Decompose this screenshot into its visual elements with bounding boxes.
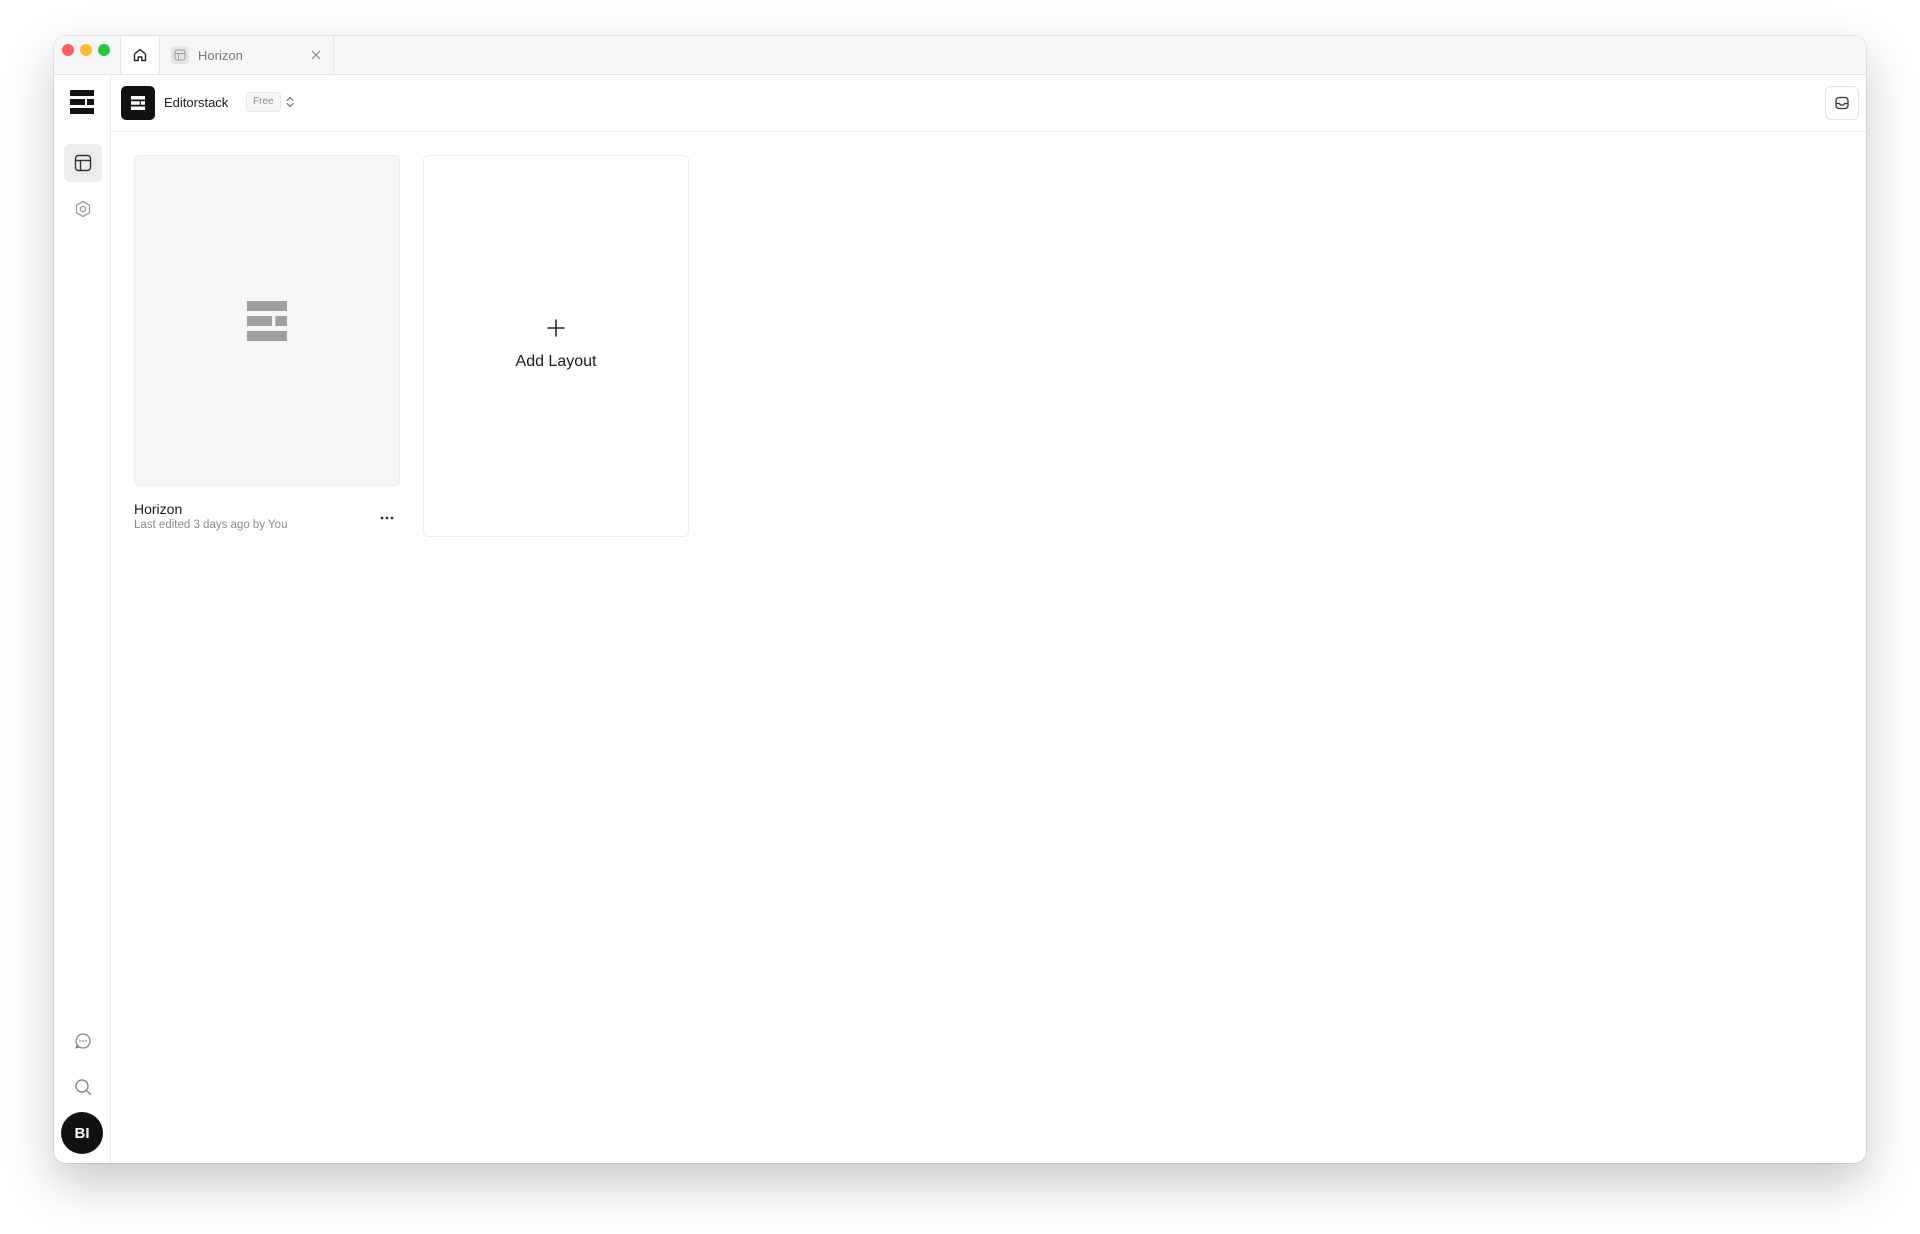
add-layout-card[interactable]: Add Layout <box>423 155 689 537</box>
tab-horizon[interactable]: Horizon <box>159 36 334 74</box>
inbox-button[interactable] <box>1825 86 1859 120</box>
title-bar: Horizon <box>54 36 1866 75</box>
layout-card-preview[interactable] <box>134 155 400 486</box>
settings-icon <box>75 200 91 218</box>
plan-badge: Free <box>246 92 281 112</box>
layout-placeholder-icon <box>247 300 287 341</box>
editorstack-logo-icon[interactable] <box>70 90 94 114</box>
close-icon <box>311 50 321 60</box>
zoom-window-button[interactable] <box>98 44 110 56</box>
workspace-name[interactable]: Editorstack <box>164 95 228 110</box>
layout-card-title[interactable]: Horizon <box>134 501 182 517</box>
layout-card-meta: Last edited 3 days ago by You <box>134 519 288 531</box>
workspace-logo[interactable] <box>121 86 155 120</box>
layout-icon <box>74 154 92 172</box>
sidebar-item-layouts[interactable] <box>64 144 102 182</box>
search-icon <box>75 1079 92 1096</box>
sidebar-item-settings[interactable] <box>64 190 102 228</box>
layout-card-more-button[interactable] <box>374 507 400 529</box>
workspace-switcher-button[interactable] <box>281 93 299 111</box>
sidebar-item-search[interactable] <box>64 1068 102 1106</box>
home-icon <box>133 48 147 62</box>
tab-label: Horizon <box>198 47 243 63</box>
sidebar: BI <box>54 75 111 1163</box>
sidebar-item-chat[interactable] <box>64 1022 102 1060</box>
avatar-initials: BI <box>74 1124 90 1142</box>
add-layout-label: Add Layout <box>515 353 597 370</box>
avatar[interactable]: BI <box>61 1112 103 1154</box>
chevron-up-down-icon <box>286 96 294 108</box>
layout-icon <box>171 46 189 64</box>
close-tab-button[interactable] <box>309 48 323 62</box>
more-horizontal-icon <box>380 516 394 520</box>
app-window: Horizon BI Editorstack Free Horizon Last… <box>54 36 1866 1163</box>
close-window-button[interactable] <box>62 44 74 56</box>
editorstack-logo-icon <box>131 96 145 110</box>
inbox-icon <box>1835 96 1849 110</box>
top-header: Editorstack Free <box>111 75 1866 132</box>
plus-icon <box>547 319 565 337</box>
tab-home[interactable] <box>120 36 160 74</box>
chat-icon <box>75 1033 91 1049</box>
minimize-window-button[interactable] <box>80 44 92 56</box>
